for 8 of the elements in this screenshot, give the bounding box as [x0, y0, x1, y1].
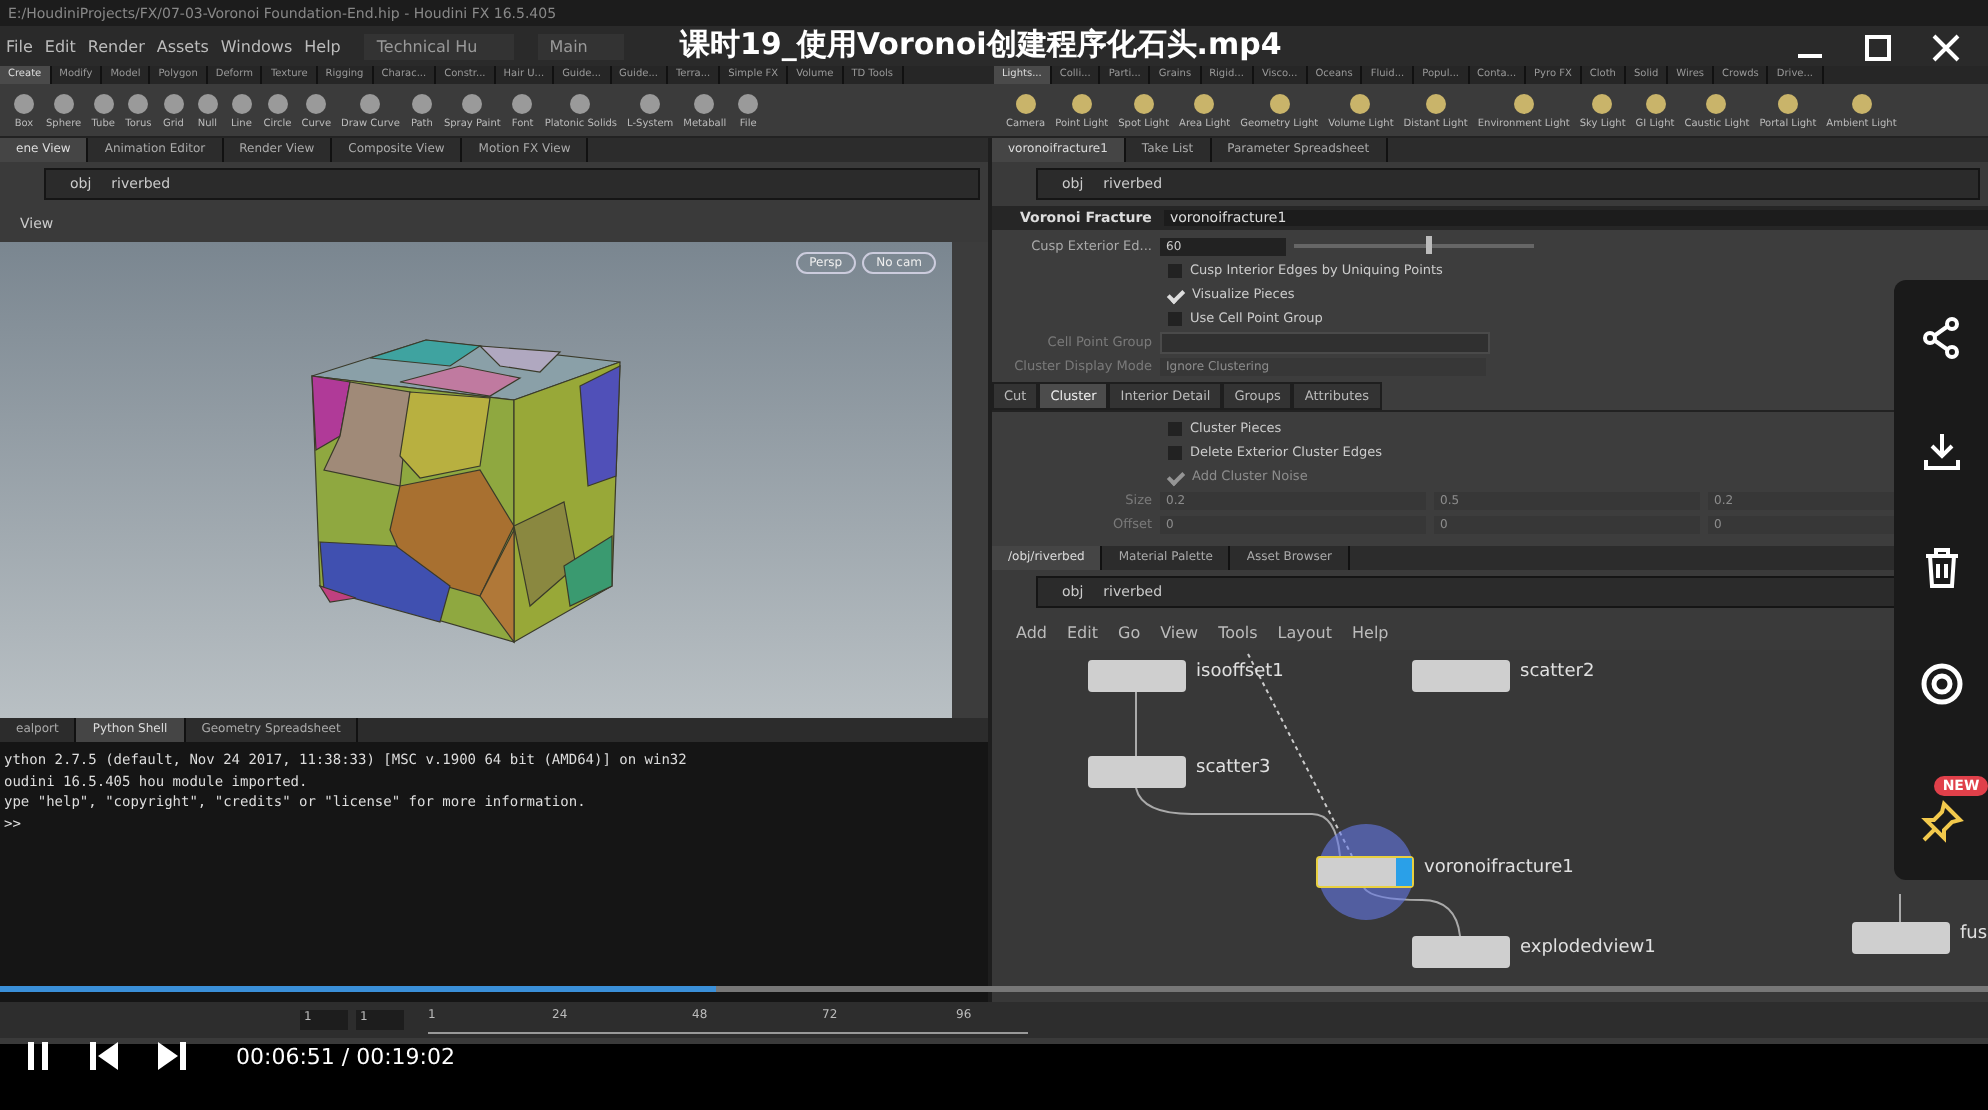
node-label: scatter2 — [1520, 662, 1595, 682]
video-title: 课时19_使用Voronoi创建程序化石头.mp4 — [680, 26, 1282, 64]
node-label: voronoifracture1 — [1424, 858, 1574, 878]
node-label: scatter3 — [1196, 758, 1271, 778]
node-label: isooffset1 — [1196, 662, 1284, 682]
node-label: fus — [1960, 924, 1988, 944]
node-label: explodedview1 — [1520, 938, 1656, 958]
playback-time: 00:06:51 / 00:19:02 — [236, 1043, 456, 1069]
